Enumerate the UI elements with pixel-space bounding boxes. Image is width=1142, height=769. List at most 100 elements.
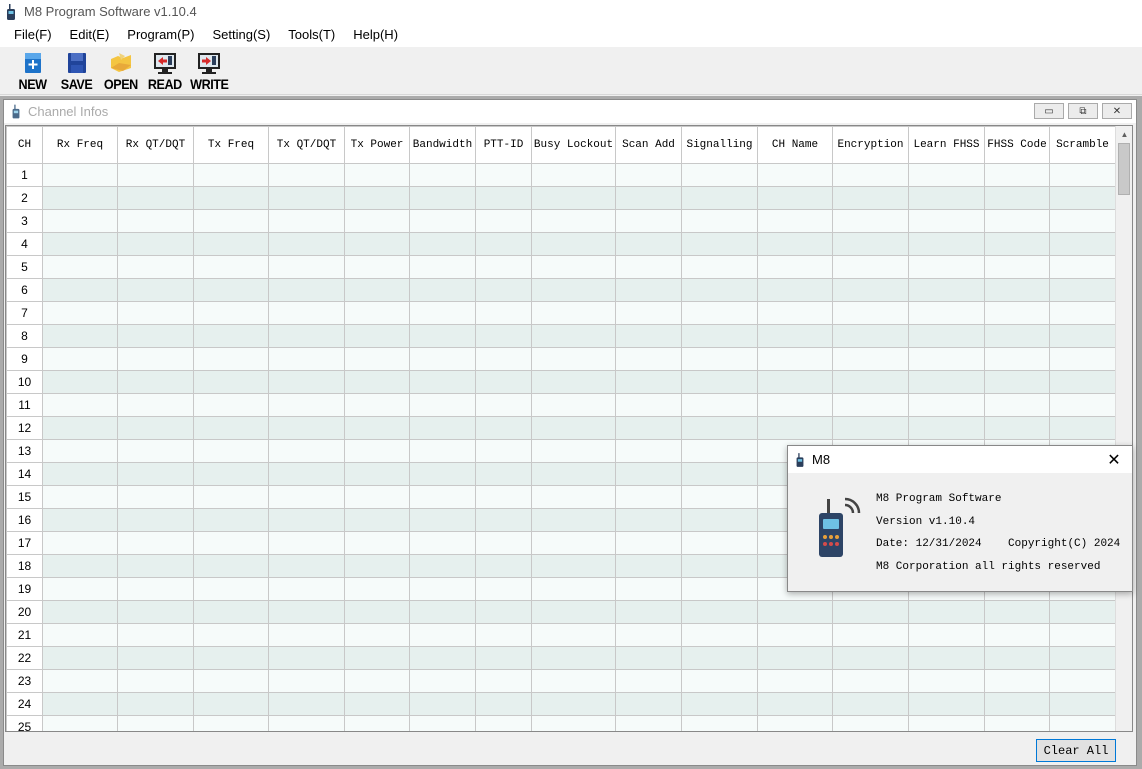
table-cell[interactable] bbox=[531, 692, 616, 716]
table-cell[interactable] bbox=[615, 531, 682, 555]
table-cell[interactable] bbox=[615, 347, 682, 371]
table-cell[interactable] bbox=[984, 278, 1050, 302]
table-cell[interactable] bbox=[531, 554, 616, 578]
table-cell[interactable] bbox=[531, 278, 616, 302]
table-cell[interactable] bbox=[984, 692, 1050, 716]
table-cell[interactable] bbox=[475, 209, 532, 233]
table-cell[interactable] bbox=[757, 301, 833, 325]
table-cell[interactable] bbox=[757, 393, 833, 417]
table-cell[interactable] bbox=[1049, 393, 1116, 417]
table-cell[interactable] bbox=[409, 715, 476, 731]
table-cell[interactable] bbox=[268, 370, 345, 394]
table-cell[interactable] bbox=[475, 669, 532, 693]
table-cell[interactable] bbox=[344, 301, 410, 325]
table-cell[interactable] bbox=[409, 370, 476, 394]
table-cell[interactable] bbox=[832, 600, 909, 624]
table-cell[interactable] bbox=[42, 462, 118, 486]
column-header[interactable]: Tx QT/DQT bbox=[268, 126, 345, 164]
table-cell[interactable] bbox=[268, 577, 345, 601]
table-cell[interactable] bbox=[531, 186, 616, 210]
table-cell[interactable] bbox=[615, 255, 682, 279]
table-cell[interactable] bbox=[908, 692, 985, 716]
menu-program[interactable]: Program(P) bbox=[118, 23, 203, 47]
table-cell[interactable] bbox=[615, 554, 682, 578]
table-cell[interactable] bbox=[1049, 623, 1116, 647]
table-cell[interactable] bbox=[615, 669, 682, 693]
table-cell[interactable] bbox=[1049, 301, 1116, 325]
table-cell[interactable] bbox=[268, 669, 345, 693]
table-cell[interactable] bbox=[42, 439, 118, 463]
table-cell[interactable] bbox=[615, 301, 682, 325]
table-cell[interactable] bbox=[832, 370, 909, 394]
table-cell[interactable] bbox=[757, 669, 833, 693]
table-cell[interactable] bbox=[117, 278, 194, 302]
table-cell[interactable] bbox=[193, 554, 269, 578]
minimize-button[interactable]: ▭ bbox=[1034, 103, 1064, 119]
table-cell[interactable] bbox=[531, 393, 616, 417]
table-cell[interactable] bbox=[475, 462, 532, 486]
table-cell[interactable] bbox=[984, 669, 1050, 693]
table-cell[interactable] bbox=[1049, 186, 1116, 210]
table-cell[interactable] bbox=[984, 232, 1050, 256]
table-cell[interactable] bbox=[757, 715, 833, 731]
table-cell[interactable] bbox=[615, 600, 682, 624]
table-cell[interactable] bbox=[984, 393, 1050, 417]
table-cell[interactable] bbox=[681, 715, 758, 731]
table-cell[interactable] bbox=[193, 163, 269, 187]
table-cell[interactable] bbox=[344, 186, 410, 210]
table-cell[interactable] bbox=[344, 370, 410, 394]
menu-tools[interactable]: Tools(T) bbox=[279, 23, 344, 47]
table-cell[interactable] bbox=[475, 324, 532, 348]
column-header[interactable]: CH Name bbox=[757, 126, 833, 164]
table-cell[interactable] bbox=[1049, 209, 1116, 233]
table-cell[interactable] bbox=[832, 186, 909, 210]
table-cell[interactable] bbox=[1049, 232, 1116, 256]
table-cell[interactable] bbox=[908, 623, 985, 647]
table-cell[interactable] bbox=[117, 600, 194, 624]
open-button[interactable]: OPEN bbox=[99, 47, 143, 93]
table-cell[interactable] bbox=[344, 347, 410, 371]
table-cell[interactable] bbox=[757, 163, 833, 187]
table-cell[interactable] bbox=[193, 370, 269, 394]
table-cell[interactable] bbox=[117, 692, 194, 716]
table-cell[interactable] bbox=[681, 692, 758, 716]
table-cell[interactable] bbox=[832, 324, 909, 348]
table-cell[interactable] bbox=[475, 255, 532, 279]
table-cell[interactable] bbox=[344, 209, 410, 233]
table-cell[interactable] bbox=[268, 462, 345, 486]
table-cell[interactable] bbox=[984, 715, 1050, 731]
table-cell[interactable] bbox=[344, 439, 410, 463]
table-cell[interactable] bbox=[681, 531, 758, 555]
table-cell[interactable] bbox=[193, 347, 269, 371]
table-cell[interactable] bbox=[615, 163, 682, 187]
table-cell[interactable] bbox=[615, 508, 682, 532]
table-cell[interactable] bbox=[908, 255, 985, 279]
table-cell[interactable] bbox=[268, 393, 345, 417]
table-cell[interactable] bbox=[117, 623, 194, 647]
table-cell[interactable] bbox=[615, 485, 682, 509]
table-cell[interactable] bbox=[757, 623, 833, 647]
table-cell[interactable] bbox=[193, 232, 269, 256]
close-button[interactable]: ✕ bbox=[1102, 103, 1132, 119]
table-cell[interactable] bbox=[832, 209, 909, 233]
table-cell[interactable] bbox=[193, 715, 269, 731]
table-cell[interactable] bbox=[984, 600, 1050, 624]
table-cell[interactable] bbox=[681, 393, 758, 417]
scroll-thumb[interactable] bbox=[1118, 143, 1130, 195]
table-cell[interactable] bbox=[344, 646, 410, 670]
table-cell[interactable] bbox=[681, 577, 758, 601]
table-cell[interactable] bbox=[344, 416, 410, 440]
table-cell[interactable] bbox=[475, 439, 532, 463]
table-cell[interactable] bbox=[757, 646, 833, 670]
table-cell[interactable] bbox=[409, 393, 476, 417]
table-cell[interactable] bbox=[984, 255, 1050, 279]
table-cell[interactable] bbox=[531, 163, 616, 187]
table-cell[interactable] bbox=[117, 209, 194, 233]
table-cell[interactable] bbox=[832, 692, 909, 716]
table-cell[interactable] bbox=[475, 554, 532, 578]
table-cell[interactable] bbox=[908, 370, 985, 394]
table-cell[interactable] bbox=[531, 646, 616, 670]
table-cell[interactable] bbox=[757, 186, 833, 210]
table-cell[interactable] bbox=[117, 324, 194, 348]
table-cell[interactable] bbox=[832, 347, 909, 371]
